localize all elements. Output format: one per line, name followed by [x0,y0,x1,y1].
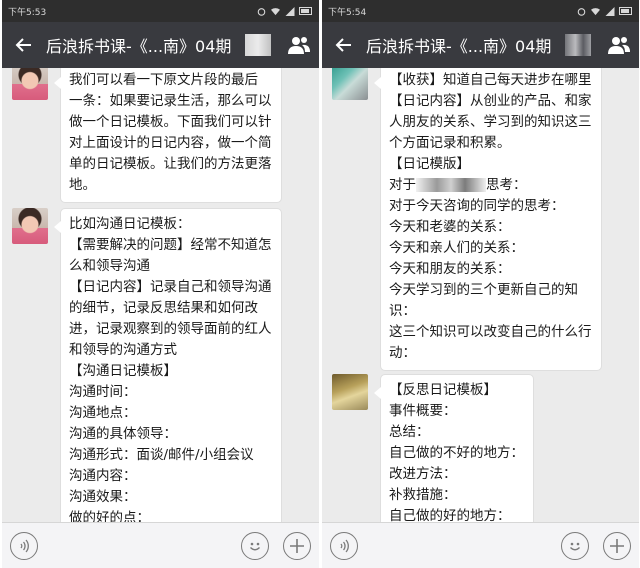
emoji-button[interactable] [561,531,589,560]
emoji-icon [250,542,260,550]
battery-icon [619,7,632,15]
message-list[interactable]: 我们可以看一下原文片段的最后 一条：如果要记录生活，那么可以 做一个日记模板。下… [2,68,319,522]
status-time: 下午5:53 [8,7,47,18]
voice-button[interactable] [10,531,38,560]
avatar[interactable] [12,68,48,100]
chat-header: 后浪拆书课-《...南》04期 [322,22,639,68]
redacted-title-suffix [245,34,271,56]
input-bar [322,522,639,568]
emoji-button[interactable] [241,531,269,560]
message: 【收获】知道自己每天进步在哪里 【日记内容】从创业的产品、和家 人朋友的关系、学… [332,68,602,371]
more-button[interactable] [283,531,311,560]
chat-header: 后浪拆书课-《...南》04期 [2,22,319,68]
group-members-button[interactable] [279,22,319,68]
back-button[interactable] [322,22,366,68]
chat-screen-right: 下午5:54 后浪拆书课-《...南》04期 【收获】知道自己每天进步在哪里 【… [322,0,639,568]
status-icons [257,6,313,16]
message-list[interactable]: 【收获】知道自己每天进步在哪里 【日记内容】从创业的产品、和家 人朋友的关系、学… [322,68,639,522]
redacted-title-suffix [565,34,591,56]
input-bar [2,522,319,568]
chat-screen-left: 下午5:53 后浪拆书课-《...南》04期 我们可以看一下原文片段的最后 一条… [2,0,319,568]
avatar[interactable] [12,208,48,244]
emoji-icon [570,542,580,550]
back-button[interactable] [2,22,46,68]
message-bubble[interactable]: 我们可以看一下原文片段的最后 一条：如果要记录生活，那么可以 做一个日记模板。下… [54,68,282,203]
status-icons [577,6,633,16]
wifi-icon [271,7,280,15]
message-bubble[interactable]: 【反思日记模板】 事件概要： 总结： 自己做的不好的地方： 改进方法： 补救措施… [374,374,534,522]
group-members-button[interactable] [599,22,639,68]
status-bar: 下午5:54 [322,0,639,22]
message: 比如沟通日记模板： 【需要解决的问题】经常不知道怎 么和领导沟通 【日记内容】记… [12,208,282,522]
signal-icon [285,6,295,16]
chat-title: 后浪拆书课-《...南》04期 [46,37,232,56]
group-members-icon [608,37,630,54]
alarm-icon [577,7,586,16]
wifi-icon [591,7,600,15]
back-arrow-icon [335,38,351,52]
message: 我们可以看一下原文片段的最后 一条：如果要记录生活，那么可以 做一个日记模板。下… [12,68,282,203]
alarm-icon [257,7,266,16]
back-arrow-icon [15,38,31,52]
signal-icon [605,6,615,16]
status-time: 下午5:54 [328,7,367,18]
voice-input-icon [20,539,29,552]
more-button[interactable] [603,531,631,560]
message: 【反思日记模板】 事件概要： 总结： 自己做的不好的地方： 改进方法： 补救措施… [332,374,534,522]
message-bubble[interactable]: 【收获】知道自己每天进步在哪里 【日记内容】从创业的产品、和家 人朋友的关系、学… [374,68,602,371]
chat-title: 后浪拆书课-《...南》04期 [366,37,552,56]
group-members-icon [288,37,310,54]
avatar[interactable] [332,374,368,410]
voice-input-icon [340,539,349,552]
plus-icon [610,538,624,553]
avatar[interactable] [332,68,368,100]
battery-icon [299,7,312,15]
plus-icon [290,538,304,553]
redacted-text [416,178,486,192]
status-bar: 下午5:53 [2,0,319,22]
voice-button[interactable] [330,531,358,560]
message-bubble[interactable]: 比如沟通日记模板： 【需要解决的问题】经常不知道怎 么和领导沟通 【日记内容】记… [54,208,282,522]
